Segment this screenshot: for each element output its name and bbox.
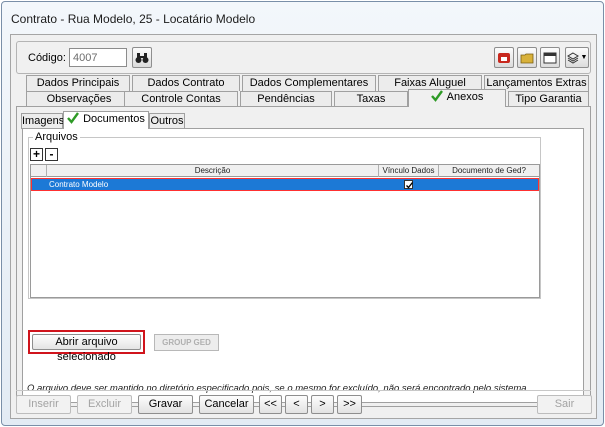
code-panel: Código: 4007 ▼ [16, 41, 591, 74]
subtab-outros[interactable]: Outros [149, 113, 185, 129]
window-button[interactable] [540, 47, 560, 68]
tab-dados-complementares[interactable]: Dados Complementares [242, 75, 376, 91]
next-record-button[interactable]: > [311, 395, 334, 414]
folder-button[interactable] [517, 47, 537, 68]
exit-button[interactable]: Sair [537, 395, 592, 414]
code-input[interactable] [69, 48, 127, 67]
first-record-button[interactable]: << [259, 395, 282, 414]
layers-icon [566, 51, 579, 64]
subtab-documentos[interactable]: Documentos [63, 111, 149, 129]
chevron-down-icon: ▼ [580, 54, 588, 61]
binoculars-icon [135, 52, 149, 63]
tab-taxas[interactable]: Taxas [334, 91, 408, 107]
layers-menu-button[interactable]: ▼ [565, 47, 589, 68]
main-window: Contrato - Rua Modelo, 25 - Locatário Mo… [1, 1, 604, 426]
delete-button[interactable]: Excluir [77, 395, 132, 414]
documentos-panel: Arquivos + - Descrição Vínculo Dados Doc… [22, 128, 584, 403]
window-icon [543, 52, 557, 63]
arquivos-legend: Arquivos [33, 131, 80, 143]
vinculo-checkbox[interactable] [404, 180, 414, 189]
subtab-documentos-label: Documentos [83, 113, 145, 125]
folder-icon [520, 53, 534, 63]
checkmark-icon [406, 182, 414, 189]
cancel-button[interactable]: Cancelar [199, 395, 254, 414]
anexos-panel: Imagens Documentos Outros Arquivos + - D… [16, 106, 591, 407]
tab-controle-contas[interactable]: Controle Contas [124, 91, 238, 107]
col-vinculo-dados[interactable]: Vínculo Dados [379, 165, 439, 177]
tab-dados-principais[interactable]: Dados Principais [26, 75, 130, 91]
add-file-button[interactable]: + [30, 148, 43, 161]
open-file-highlight: Abrir arquivo selecionado [28, 330, 145, 363]
tab-tipo-garantia[interactable]: Tipo Garantia [508, 91, 589, 107]
col-documento-ged[interactable]: Documento de Ged? [439, 165, 539, 177]
phone-button[interactable] [494, 47, 514, 68]
window-client: Código: 4007 ▼ Dados Principais Dados Co… [10, 34, 597, 419]
prev-record-button[interactable]: < [285, 395, 308, 414]
phone-icon [498, 52, 510, 63]
col-descricao[interactable]: Descrição [47, 165, 379, 177]
window-title: Contrato - Rua Modelo, 25 - Locatário Mo… [11, 12, 256, 26]
bottom-divider [16, 390, 591, 391]
cell-descricao: Contrato Modelo [49, 180, 109, 189]
search-button[interactable] [132, 47, 152, 68]
last-record-button[interactable]: >> [337, 395, 362, 414]
tab-anexos[interactable]: Anexos [408, 89, 506, 107]
arquivos-group: Arquivos + - Descrição Vínculo Dados Doc… [28, 131, 541, 299]
grid-header-indicator [31, 165, 47, 177]
tab-pendencias[interactable]: Pendências [240, 91, 332, 107]
grid-header: Descrição Vínculo Dados Documento de Ged… [31, 165, 539, 177]
save-button[interactable]: Gravar [138, 395, 193, 414]
group-ged-button[interactable]: GROUP GED [154, 334, 219, 351]
insert-button[interactable]: Inserir [16, 395, 71, 414]
tab-anexos-label: Anexos [446, 91, 484, 103]
check-icon [430, 90, 443, 102]
tab-dados-contrato[interactable]: Dados Contrato [132, 75, 240, 91]
remove-file-button[interactable]: - [45, 148, 58, 161]
subtab-imagens[interactable]: Imagens [21, 113, 64, 129]
tab-observacoes[interactable]: Observações [26, 91, 132, 107]
check-icon [67, 112, 80, 124]
open-file-button[interactable]: Abrir arquivo selecionado [32, 334, 141, 363]
bottom-toolbar: Inserir Excluir Gravar Cancelar << < > >… [16, 392, 592, 416]
arquivos-grid: Descrição Vínculo Dados Documento de Ged… [30, 164, 540, 298]
table-row[interactable]: Contrato Modelo [31, 178, 539, 191]
code-label: Código: [28, 52, 66, 64]
